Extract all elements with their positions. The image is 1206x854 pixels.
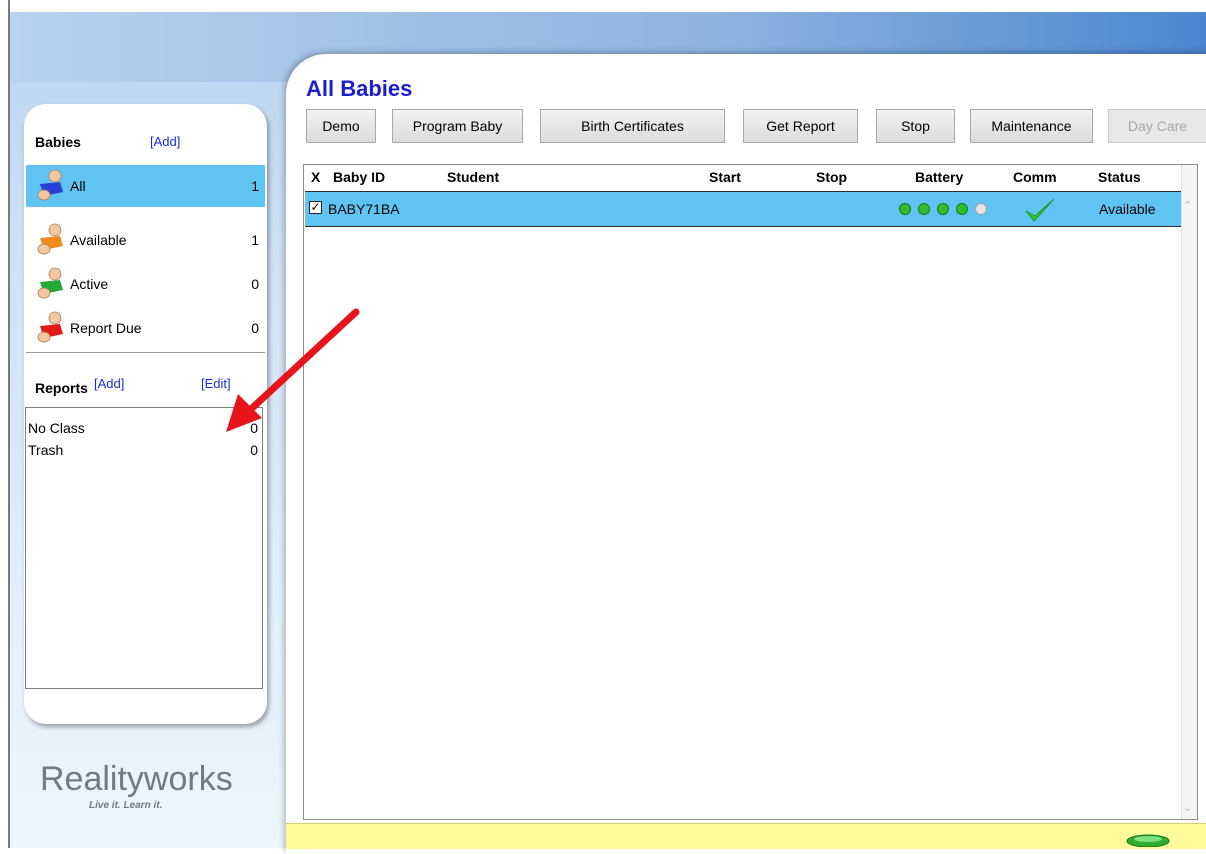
sidebar-panel: Babies [Add] All 1 Available 1 Active 0 <box>24 104 267 724</box>
baby-icon-red <box>37 311 63 343</box>
window-left-edge <box>8 0 10 848</box>
birth-certificates-button[interactable]: Birth Certificates <box>540 109 725 143</box>
green-led-icon <box>1126 834 1170 847</box>
window-top-strip <box>0 0 1206 12</box>
sidebar-item-report-due[interactable]: Report Due 0 <box>26 307 265 349</box>
column-header-battery[interactable]: Battery <box>915 169 963 185</box>
sidebar-item-label: All <box>70 178 86 194</box>
program-baby-button[interactable]: Program Baby <box>392 109 523 143</box>
battery-dot-full-icon <box>899 203 911 215</box>
cell-baby-id: BABY71BA <box>328 201 400 217</box>
column-header-student[interactable]: Student <box>447 169 499 185</box>
sidebar-item-label: Available <box>70 232 127 248</box>
get-report-button[interactable]: Get Report <box>743 109 858 143</box>
column-header-stop[interactable]: Stop <box>816 169 847 185</box>
column-header-baby-id[interactable]: Baby ID <box>333 169 385 185</box>
column-header-comm[interactable]: Comm <box>1013 169 1057 185</box>
babies-section-title: Babies <box>35 134 81 150</box>
column-header-start[interactable]: Start <box>709 169 741 185</box>
battery-dot-full-icon <box>937 203 949 215</box>
report-item-label: Trash <box>28 442 64 458</box>
battery-dot-full-icon <box>956 203 968 215</box>
sidebar-item-count: 1 <box>251 232 259 248</box>
sidebar-item-count: 0 <box>251 276 259 292</box>
battery-dot-empty-icon <box>975 203 987 215</box>
edit-report-link[interactable]: [Edit] <box>201 376 231 391</box>
row-checkbox[interactable]: ✓ <box>309 201 322 214</box>
stop-button[interactable]: Stop <box>876 109 955 143</box>
day-care-button[interactable]: Day Care <box>1108 109 1206 143</box>
battery-dot-full-icon <box>918 203 930 215</box>
table-row[interactable]: ✓ BABY71BA Available <box>305 191 1185 227</box>
sidebar-item-all[interactable]: All 1 <box>26 165 265 207</box>
reports-section-title: Reports <box>35 380 88 396</box>
cell-status: Available <box>1099 201 1156 217</box>
reports-list[interactable]: No Class 0 Trash 0 <box>25 407 263 689</box>
baby-icon-blue <box>37 169 63 201</box>
sidebar-item-count: 1 <box>251 178 259 194</box>
sidebar-item-active[interactable]: Active 0 <box>26 263 265 305</box>
report-item-count: 0 <box>250 442 258 458</box>
column-header-status[interactable]: Status <box>1098 169 1141 185</box>
baby-icon-green <box>37 267 63 299</box>
battery-indicator <box>899 203 987 215</box>
add-report-link[interactable]: [Add] <box>94 376 124 391</box>
maintenance-button[interactable]: Maintenance <box>970 109 1093 143</box>
sidebar-divider <box>26 352 265 353</box>
add-baby-link[interactable]: [Add] <box>150 134 180 149</box>
scroll-up-icon[interactable]: ⌃ <box>1183 199 1192 212</box>
column-header-x[interactable]: X <box>311 169 320 185</box>
scroll-down-icon[interactable]: ⌄ <box>1183 801 1192 814</box>
page-title: All Babies <box>306 76 413 101</box>
sidebar-item-count: 0 <box>251 320 259 336</box>
demo-button[interactable]: Demo <box>306 109 376 143</box>
babies-table[interactable]: X Baby ID Student Start Stop Battery Com… <box>303 164 1198 820</box>
logo-tagline: Live it. Learn it. <box>89 800 163 811</box>
report-item-trash[interactable]: Trash 0 <box>28 442 258 460</box>
green-check-icon <box>1025 198 1055 222</box>
sidebar-item-label: Report Due <box>70 320 142 336</box>
sidebar-item-available[interactable]: Available 1 <box>26 219 265 261</box>
sidebar-item-label: Active <box>70 276 109 292</box>
realityworks-logo: Realityworks Live it. Learn it. <box>40 760 240 820</box>
report-item-label: No Class <box>28 420 85 436</box>
vertical-scrollbar[interactable]: ⌃ ⌄ <box>1181 165 1197 819</box>
report-item-no-class[interactable]: No Class 0 <box>28 420 258 438</box>
baby-icon-orange <box>37 223 63 255</box>
logo-wordmark: Realityworks <box>40 760 233 798</box>
status-bar <box>286 823 1206 849</box>
report-item-count: 0 <box>250 420 258 436</box>
